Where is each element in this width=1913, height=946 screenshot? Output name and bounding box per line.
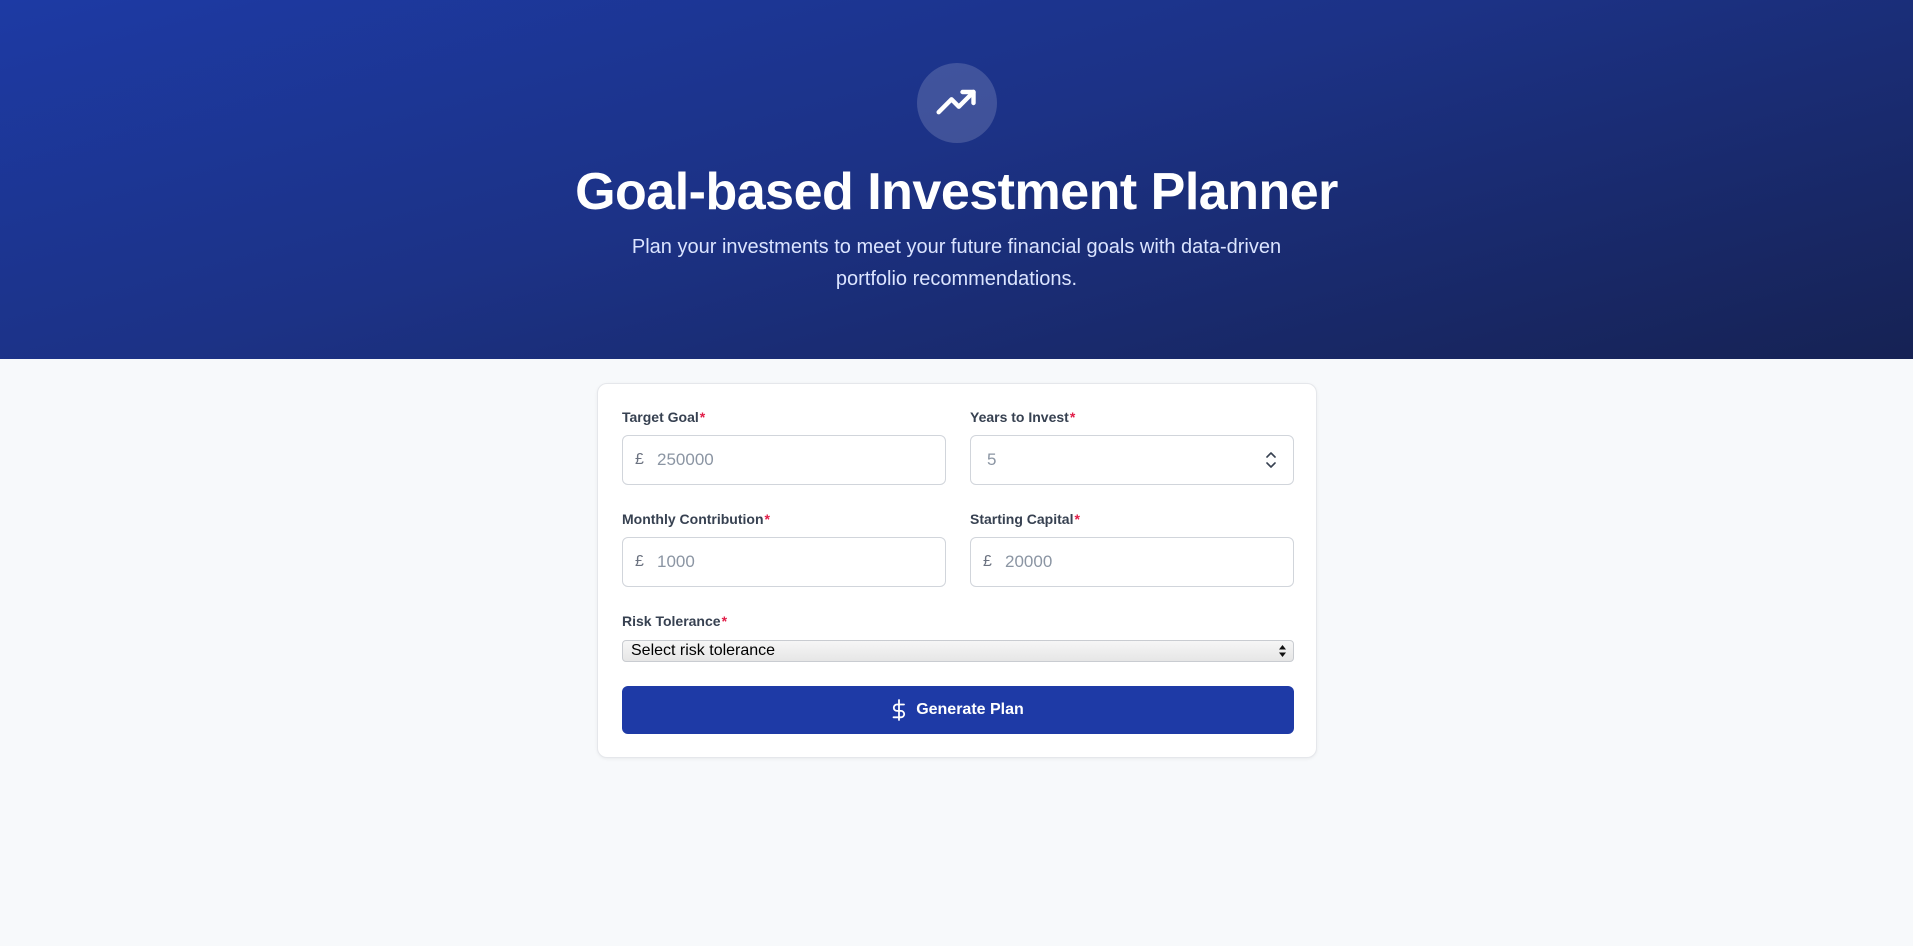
years-to-invest-input[interactable] [987,436,1263,484]
target-goal-field[interactable]: £ [622,435,946,485]
required-marker: * [699,409,706,425]
years-to-invest-label: Years to Invest* [970,408,1075,426]
risk-tolerance-select[interactable]: Select risk tolerance [622,640,1294,662]
monthly-contribution-label-text: Monthly Contribution [622,511,764,527]
years-to-invest-label-text: Years to Invest [970,409,1069,425]
required-marker: * [764,511,770,527]
risk-tolerance-label-text: Risk Tolerance [622,613,721,629]
required-marker: * [1069,409,1076,425]
target-goal-label-text: Target Goal [622,409,699,425]
pound-icon: £ [635,553,644,570]
pound-icon: £ [983,553,992,570]
monthly-contribution-label: Monthly Contribution* [622,510,770,528]
starting-capital-label: Starting Capital* [970,510,1080,528]
monthly-contribution-input[interactable] [657,538,945,586]
target-goal-input[interactable] [657,436,945,484]
required-marker: * [1074,511,1080,527]
starting-capital-input[interactable] [1005,538,1293,586]
risk-tolerance-selected-value: Select risk tolerance [631,642,776,659]
select-arrows-icon [1278,644,1287,658]
starting-capital-field[interactable]: £ [970,537,1294,587]
dollar-icon [892,699,906,721]
planner-form-card: Target Goal* £ Years to Invest* Monthly … [597,383,1317,758]
starting-capital-label-text: Starting Capital [970,511,1074,527]
trending-up-icon [917,63,997,143]
number-stepper-icon[interactable] [1263,449,1279,471]
hero-banner: Goal-based Investment Planner Plan your … [0,0,1913,359]
risk-tolerance-label: Risk Tolerance* [622,612,727,630]
required-marker: * [721,613,728,629]
monthly-contribution-field[interactable]: £ [622,537,946,587]
target-goal-label: Target Goal* [622,408,705,426]
page-title: Goal-based Investment Planner [575,163,1338,221]
years-to-invest-field[interactable] [970,435,1294,485]
page-subtitle: Plan your investments to meet your futur… [631,236,1282,290]
pound-icon: £ [635,451,644,468]
generate-plan-label: Generate Plan [916,701,1024,718]
generate-plan-button[interactable]: Generate Plan [622,686,1294,734]
